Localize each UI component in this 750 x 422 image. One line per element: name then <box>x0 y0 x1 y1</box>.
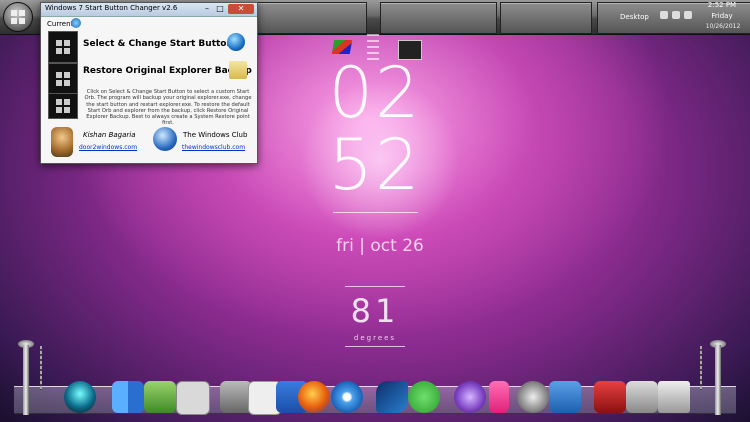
clock-divider <box>333 212 418 213</box>
taskbar-panel <box>255 2 367 34</box>
current-orb-icon <box>71 18 81 28</box>
itunes-icon[interactable] <box>454 381 486 413</box>
mail-icon[interactable] <box>626 381 658 413</box>
taskbar-panel <box>500 2 592 34</box>
preview-icon[interactable] <box>176 381 210 415</box>
temperature-divider <box>345 286 405 287</box>
flag-icon[interactable] <box>660 11 668 19</box>
folder-icon[interactable] <box>229 61 247 79</box>
start-button[interactable] <box>3 2 33 32</box>
restore-original-explorer-backup-button[interactable]: Restore Original Explorer Backup <box>83 66 252 76</box>
tray-clock-time[interactable]: 2:52 PM <box>702 1 742 9</box>
media-icon[interactable] <box>517 381 549 413</box>
start-button-changer-window: Windows 7 Start Button Changer v2.6 – □ … <box>40 2 258 164</box>
ipod-icon[interactable] <box>489 381 509 413</box>
orb-thumbnail <box>48 93 78 119</box>
volume-icon[interactable] <box>684 11 692 19</box>
windows-logo-icon <box>56 72 70 86</box>
dock-post <box>715 345 721 415</box>
temperature-value: 81 <box>350 292 400 330</box>
utorrent-icon[interactable] <box>408 381 440 413</box>
author2-link[interactable]: thewindowsclub.com <box>182 144 245 151</box>
current-orb-label: Current <box>47 20 74 28</box>
desktop-toolbar-label[interactable]: Desktop <box>620 13 649 21</box>
windows-logo-icon <box>56 99 70 113</box>
trash-icon[interactable] <box>658 381 690 413</box>
clock-date: fri | oct 26 <box>336 236 424 256</box>
minimize-button[interactable]: – <box>201 4 213 14</box>
select-start-button-thumbnail[interactable] <box>48 31 78 63</box>
windows-logo-icon <box>56 40 70 54</box>
tray-clock-day[interactable]: Friday <box>702 12 742 20</box>
maximize-button[interactable]: □ <box>214 4 226 14</box>
photos-icon[interactable] <box>549 381 581 413</box>
temperature-unit: degrees <box>353 334 397 342</box>
restore-backup-thumbnail[interactable] <box>48 63 78 95</box>
windows-club-logo <box>153 127 177 151</box>
network-icon[interactable] <box>672 11 680 19</box>
app-store-icon[interactable] <box>144 381 176 413</box>
safari-icon[interactable] <box>331 381 363 413</box>
author-avatar <box>51 127 73 157</box>
author2-name: The Windows Club <box>183 131 248 139</box>
taskbar-panel <box>380 2 497 34</box>
dock-chain <box>40 346 42 390</box>
instructions-text: Click on Select & Change Start Button to… <box>84 89 252 127</box>
close-button[interactable]: ✕ <box>228 4 254 14</box>
dolphin-icon[interactable] <box>376 381 408 413</box>
clock-minute: 52 <box>328 124 422 206</box>
temperature-divider <box>345 346 405 347</box>
select-change-start-button[interactable]: Select & Change Start Button <box>83 39 233 49</box>
windows-logo-icon <box>11 10 25 24</box>
author1-link[interactable]: door2windows.com <box>79 144 137 151</box>
dock-post <box>23 345 29 415</box>
window-titlebar[interactable]: Windows 7 Start Button Changer v2.6 – □ … <box>41 3 257 17</box>
tray-clock-date[interactable]: 10/26/2012 <box>700 23 746 30</box>
author1-name: Kishan Bagaria <box>83 131 136 139</box>
windows-orb-icon[interactable] <box>227 33 245 51</box>
flashget-icon[interactable] <box>594 381 626 413</box>
finder-icon[interactable] <box>112 381 144 413</box>
clock-icon[interactable] <box>64 381 96 413</box>
firefox-icon[interactable] <box>298 381 330 413</box>
clock-hour: 02 <box>328 52 422 134</box>
window-title: Windows 7 Start Button Changer v2.6 <box>45 4 178 12</box>
dock-chain <box>700 346 702 390</box>
